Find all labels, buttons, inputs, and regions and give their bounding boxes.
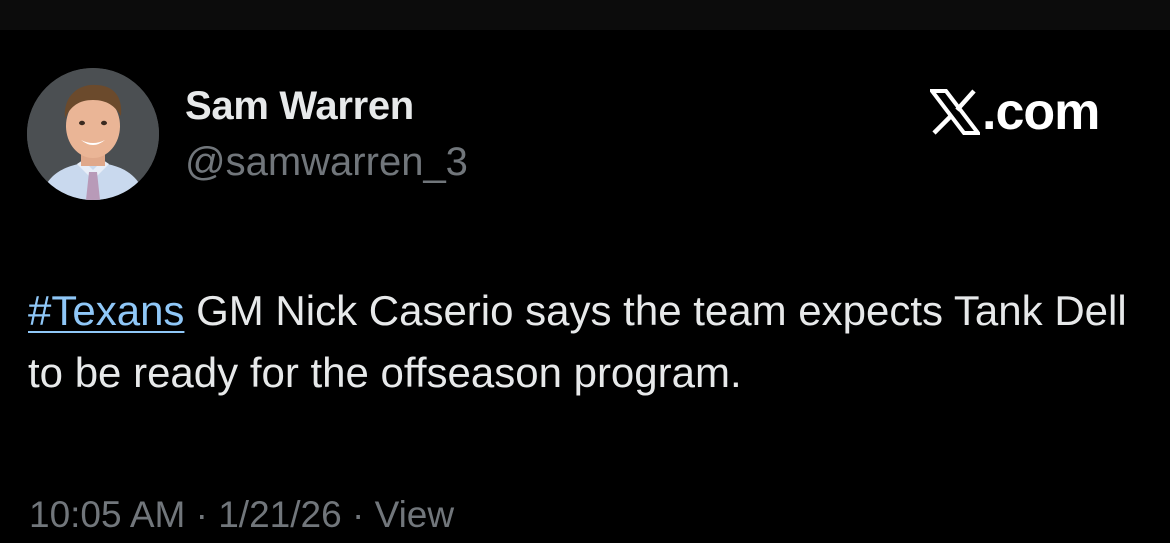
tweet-time[interactable]: 10:05 AM — [29, 494, 185, 536]
author-handle[interactable]: @samwarren_3 — [185, 140, 468, 185]
top-bar — [0, 0, 1170, 30]
views-link[interactable]: View — [375, 494, 455, 536]
tweet-meta: 10:05 AM · 1/21/26 · View — [29, 494, 454, 536]
tweet-text: #Texans GM Nick Caserio says the team ex… — [28, 280, 1158, 404]
brand-watermark: .com — [930, 83, 1100, 141]
brand-text: .com — [982, 83, 1100, 141]
tweet-body-text: GM Nick Caserio says the team expects Ta… — [28, 287, 1127, 396]
avatar[interactable] — [27, 68, 159, 200]
meta-separator: · — [341, 494, 375, 535]
hashtag-link[interactable]: #Texans — [28, 287, 184, 334]
profile-photo — [27, 68, 159, 200]
meta-separator: · — [185, 494, 219, 535]
x-logo-icon — [930, 89, 980, 135]
tweet-date[interactable]: 1/21/26 — [218, 494, 341, 536]
author-display-name[interactable]: Sam Warren — [185, 84, 414, 129]
